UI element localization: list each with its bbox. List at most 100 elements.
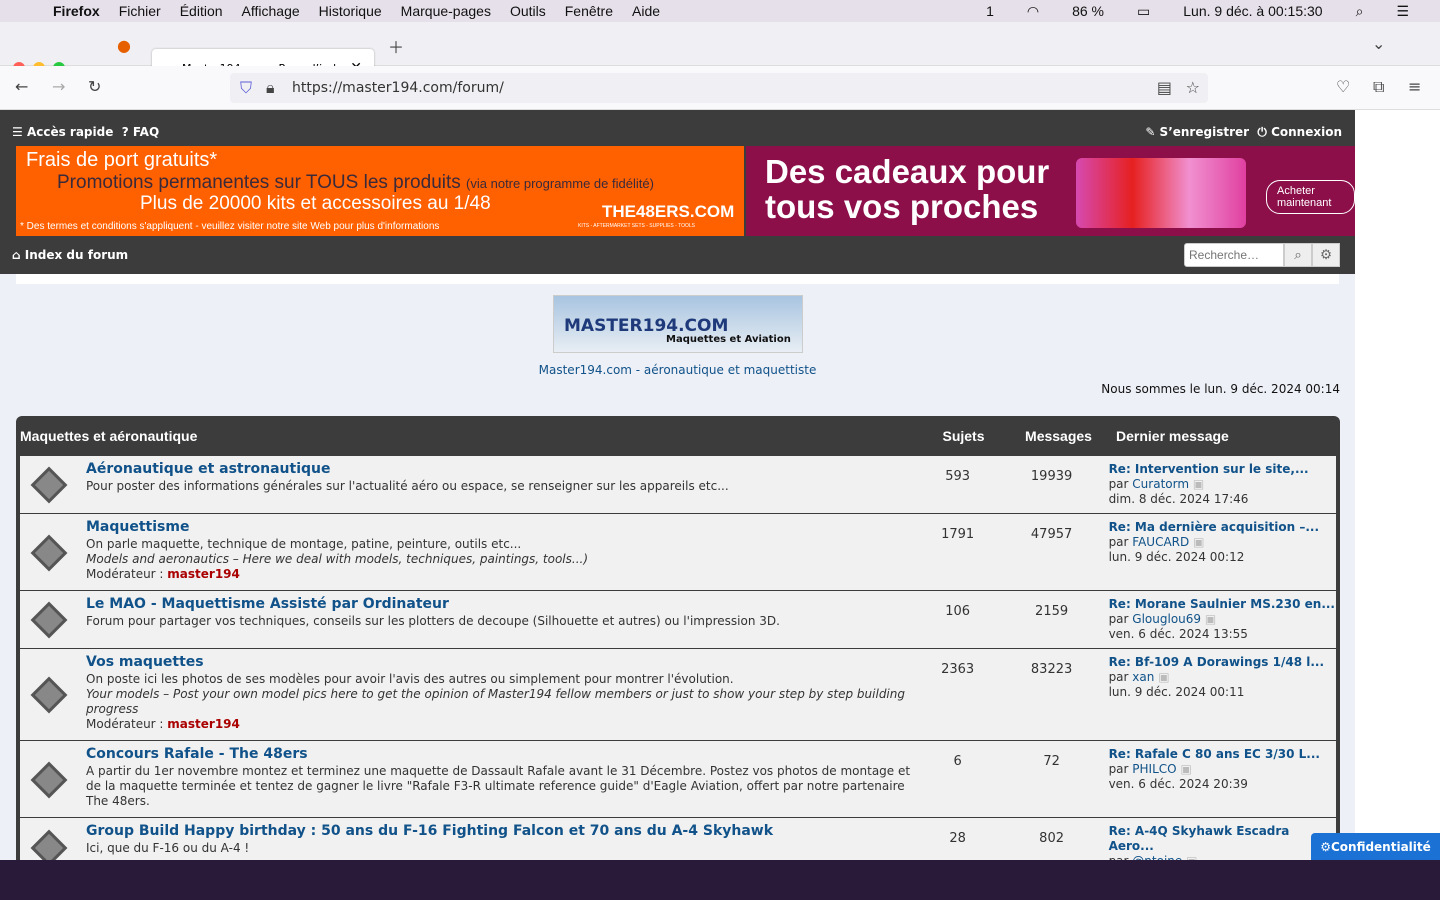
forward-icon[interactable]: →: [52, 77, 65, 96]
site-description[interactable]: Master194.com - aéronautique et maquetti…: [539, 363, 817, 377]
menu-marque-pages[interactable]: Marque-pages: [401, 3, 491, 19]
firefox-icon[interactable]: ●: [117, 36, 131, 55]
last-post-author[interactable]: PHILCO: [1132, 762, 1176, 776]
moderator-link[interactable]: master194: [167, 717, 240, 731]
forum-description: Ici, que du F-16 ou du A-4 !: [86, 841, 250, 855]
forum-description: Pour poster des informations générales s…: [86, 479, 729, 493]
last-post-date: ven. 6 déc. 2024 13:55: [1108, 627, 1248, 641]
site-logo[interactable]: MASTER194.COM Maquettes et Aviation: [553, 295, 803, 353]
forum-page: ☰ Accès rapide ? FAQ ✎ S’enregistrer ⏻ C…: [0, 110, 1355, 860]
extensions-icon[interactable]: ⧉: [1373, 77, 1384, 97]
forum-title-link[interactable]: Vos maquettes: [86, 655, 911, 670]
spotlight-icon[interactable]: ⌕: [1356, 3, 1364, 20]
menu-historique[interactable]: Historique: [319, 3, 382, 19]
goto-post-icon[interactable]: ▣: [1193, 477, 1204, 491]
topics-count: 106: [945, 604, 971, 619]
shield-icon[interactable]: ⛉: [240, 78, 252, 98]
forum-title-link[interactable]: Maquettisme: [86, 520, 911, 535]
forum-row: Concours Rafale - The 48ers A partir du 1…: [20, 740, 1336, 817]
content-area: MASTER194.COM Maquettes et Aviation Maste…: [0, 274, 1355, 860]
menu-app[interactable]: Firefox: [53, 3, 100, 19]
last-post-link[interactable]: Re: Morane Saulnier MS.230 en...: [1109, 597, 1336, 612]
last-post-author[interactable]: Curatorm: [1132, 477, 1189, 491]
faq-label: FAQ: [132, 125, 160, 139]
search-input[interactable]: [1184, 243, 1284, 267]
col-posts: Messages: [1025, 427, 1092, 444]
new-tab-icon[interactable]: ＋: [388, 34, 404, 58]
moderator-link[interactable]: master194: [167, 567, 240, 581]
goto-post-icon[interactable]: ▣: [1158, 670, 1169, 684]
forum-title-link[interactable]: Group Build Happy birthday : 50 ans du F…: [86, 824, 911, 839]
last-post-link[interactable]: Re: Intervention sur le site,...: [1109, 462, 1336, 477]
posts-count: 83223: [1030, 662, 1073, 677]
forum-category: Maquettes et aéronautique Sujets Messages D…: [16, 416, 1340, 860]
by-label: par: [1108, 477, 1129, 491]
ad1-line2: Promotions permanentes sur TOUS les prod…: [57, 172, 461, 193]
last-post-author[interactable]: @ntoine: [1132, 854, 1182, 860]
posts-count: 19939: [1030, 469, 1073, 484]
goto-post-icon[interactable]: ▣: [1205, 612, 1216, 626]
posts-count: 72: [1043, 754, 1060, 769]
ad1-tagline: KITS - AFTERMARKET SETS - SUPPLIES - TOO…: [578, 223, 695, 229]
lock-icon[interactable]: 🔒︎: [266, 78, 275, 98]
bookmark-star-icon[interactable]: ☆: [1186, 78, 1200, 97]
by-label: par: [1109, 854, 1129, 860]
status-num[interactable]: 1: [986, 3, 994, 20]
quick-access-link[interactable]: ☰ Accès rapide: [12, 125, 113, 139]
menu-affichage[interactable]: Affichage: [242, 3, 300, 19]
menu-edition[interactable]: Édition: [180, 3, 223, 19]
logo-text: MASTER194.COM: [564, 316, 729, 336]
forum-title-link[interactable]: Aéronautique et astronautique: [86, 462, 911, 477]
pocket-icon[interactable]: ♡: [1336, 77, 1350, 96]
forum-title-link[interactable]: Le MAO - Maquettisme Assisté par Ordinat…: [86, 597, 911, 612]
category-title[interactable]: Maquettes et aéronautique: [20, 428, 916, 444]
posts-count: 802: [1039, 831, 1064, 846]
reader-view-icon[interactable]: ▤: [1157, 78, 1172, 97]
url-input[interactable]: ⛉ 🔒︎ https://master194.com/forum/ ▤ ☆: [230, 73, 1208, 103]
menu-outils[interactable]: Outils: [510, 3, 546, 19]
last-post-author[interactable]: xan: [1132, 670, 1154, 684]
menu-aide[interactable]: Aide: [632, 3, 660, 19]
app-menu-icon[interactable]: ≡: [1408, 77, 1421, 96]
last-post-date: ven. 6 déc. 2024 20:39: [1108, 777, 1248, 791]
amazon-ad-banner[interactable]: Des cadeaux pour tous vos proches Acheter…: [746, 146, 1355, 236]
forum-row: Maquettisme On parle maquette, technique …: [20, 513, 1336, 590]
header-bar: ☰ Accès rapide ? FAQ ✎ S’enregistrer ⏻ C…: [0, 110, 1355, 146]
battery-icon[interactable]: ▭: [1137, 3, 1150, 20]
shop-now-button[interactable]: Acheter maintenant: [1266, 180, 1355, 214]
logo-subtitle: Maquettes et Aviation: [666, 334, 791, 345]
forum-title-link[interactable]: Concours Rafale - The 48ers: [86, 747, 911, 762]
goto-post-icon[interactable]: ▣: [1180, 762, 1191, 776]
login-link[interactable]: ⏻ Connexion: [1257, 125, 1342, 139]
last-post-link[interactable]: Re: Rafale C 80 ans EC 3/30 L...: [1109, 747, 1336, 762]
last-post-date: lun. 9 déc. 2024 00:12: [1108, 550, 1245, 564]
clock[interactable]: Lun. 9 déc. à 00:15:30: [1183, 3, 1322, 20]
by-label: par: [1108, 762, 1129, 776]
forum-index-link[interactable]: ⌂ Index du forum: [12, 248, 128, 262]
menu-fichier[interactable]: Fichier: [119, 3, 161, 19]
ad2-headline1: Des cadeaux pour: [765, 153, 1050, 190]
last-post-link[interactable]: Re: A-4Q Skyhawk Escadra Aero...: [1109, 824, 1336, 854]
posts-count: 47957: [1030, 527, 1073, 542]
forum-index-label: Index du forum: [24, 248, 129, 262]
wifi-icon[interactable]: ◠: [1027, 3, 1039, 20]
register-link[interactable]: ✎ S’enregistrer: [1145, 125, 1249, 139]
battery-label[interactable]: 86 %: [1072, 3, 1104, 20]
last-post-link[interactable]: Re: Ma dernière acquisition –...: [1109, 520, 1336, 535]
reload-icon[interactable]: ↻: [88, 77, 101, 96]
goto-post-icon[interactable]: ▣: [1186, 854, 1197, 860]
last-post-link[interactable]: Re: Bf-109 A Dorawings 1/48 l...: [1109, 655, 1336, 670]
the48ers-ad-banner[interactable]: Frais de port gratuits* Promotions perma…: [16, 146, 744, 236]
tab-list-chevron-icon[interactable]: ⌄: [1372, 34, 1385, 53]
advanced-search-gear-icon[interactable]: ⚙: [1312, 243, 1340, 267]
last-post-author[interactable]: FAUCARD: [1132, 535, 1189, 549]
menu-fenetre[interactable]: Fenêtre: [565, 3, 613, 19]
control-center-icon[interactable]: ☰: [1396, 3, 1409, 20]
search-button[interactable]: ⌕: [1284, 243, 1312, 267]
faq-link[interactable]: ? FAQ: [122, 125, 159, 139]
privacy-button[interactable]: ⚙ Confidentialité: [1311, 833, 1440, 860]
last-post-author[interactable]: Glouglou69: [1132, 612, 1201, 626]
goto-post-icon[interactable]: ▣: [1193, 535, 1204, 549]
tab-bar: ● Master194.com - Page d’index✕ ＋ ⌄: [0, 22, 1440, 87]
back-icon[interactable]: ←: [15, 77, 28, 96]
